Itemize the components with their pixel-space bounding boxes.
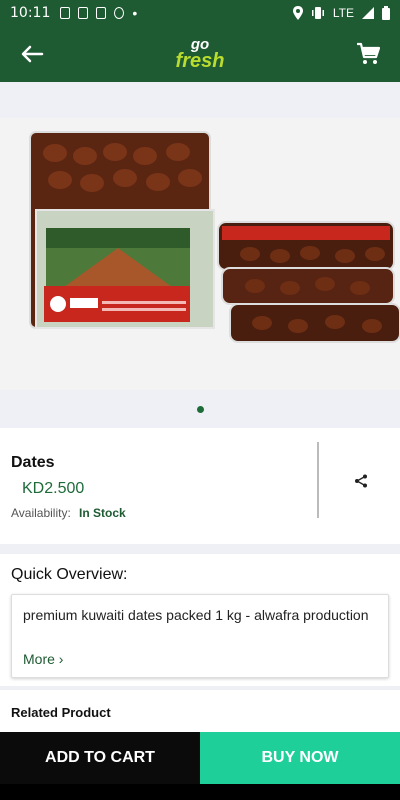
location-icon [292, 6, 303, 20]
dot-icon: • [132, 5, 138, 21]
share-icon [355, 474, 367, 488]
add-to-cart-button[interactable]: ADD TO CART [0, 732, 200, 784]
image-pager [0, 390, 400, 428]
signal-icon [362, 7, 374, 19]
related-product-heading: Related Product [11, 705, 111, 720]
status-time: 10:11 [10, 5, 51, 21]
product-image[interactable] [0, 118, 400, 390]
sim-icon [78, 7, 89, 19]
overview-description: premium kuwaiti dates packed 1 kg - alwa… [23, 607, 369, 623]
product-name: Dates [11, 454, 55, 471]
vibrate-icon [311, 7, 324, 19]
buy-now-button[interactable]: BUY NOW [200, 732, 400, 784]
usb-icon [96, 7, 107, 19]
notification-icons: • [60, 5, 137, 21]
availability-value: In Stock [79, 506, 126, 520]
overview-card: premium kuwaiti dates packed 1 kg - alwa… [11, 594, 389, 678]
quick-overview-heading: Quick Overview: [11, 566, 128, 583]
status-bar: 10:11 • LTE [0, 0, 400, 26]
gofresh-logo: go fresh [175, 38, 225, 72]
system-icons: LTE [292, 6, 390, 20]
more-link[interactable]: More › [23, 651, 63, 667]
bottom-action-bar: ADD TO CART BUY NOW [0, 732, 400, 784]
share-button[interactable] [346, 466, 376, 496]
product-info-card: Dates KD2.500 Availability: In Stock [0, 428, 400, 544]
back-arrow-icon [21, 45, 44, 63]
top-spacer [0, 82, 400, 118]
network-label: LTE [332, 6, 354, 20]
product-price: KD2.500 [22, 480, 85, 497]
related-product-section: Related Product [0, 690, 400, 732]
battery-icon [382, 6, 390, 20]
sync-icon [114, 7, 125, 19]
dates-package-illustration [0, 118, 400, 390]
system-nav-bar [0, 784, 400, 800]
pager-dot-active[interactable] [196, 405, 204, 413]
notification-icon [60, 7, 71, 19]
vertical-divider [317, 442, 319, 518]
cart-icon [357, 42, 380, 64]
back-button[interactable] [16, 38, 48, 70]
availability-label: Availability: [11, 506, 71, 520]
app-bar: go fresh [0, 26, 400, 82]
logo-fresh: fresh [175, 49, 225, 72]
quick-overview-section: Quick Overview: premium kuwaiti dates pa… [0, 554, 400, 686]
cart-button[interactable] [352, 38, 384, 70]
